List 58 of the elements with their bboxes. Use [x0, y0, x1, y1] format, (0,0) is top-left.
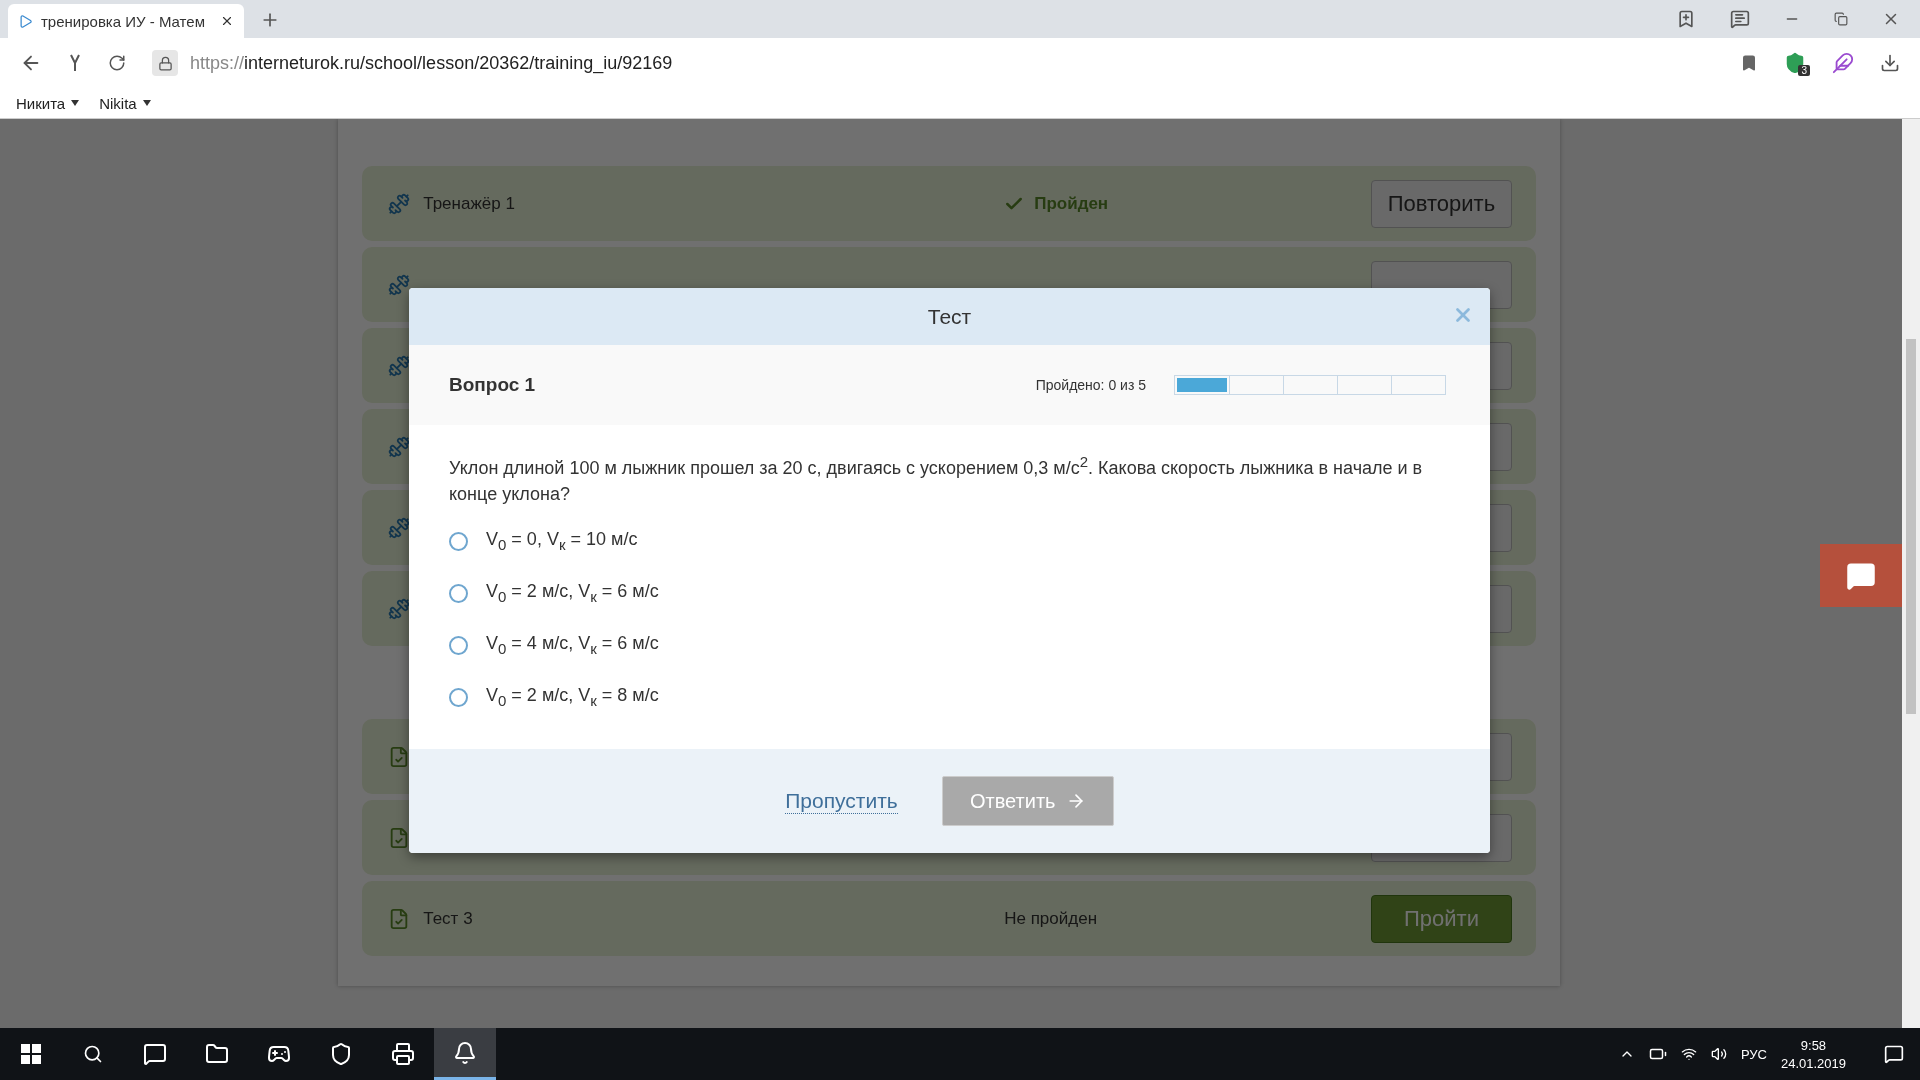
- lesson-status: Пройден: [1034, 193, 1109, 214]
- file-check-icon: [388, 907, 410, 930]
- lock-icon[interactable]: [152, 50, 178, 76]
- tab-title: тренировка ИУ - Матем: [41, 12, 206, 30]
- reload-icon[interactable]: [108, 54, 126, 72]
- dumbbell-icon: [388, 192, 410, 215]
- bookmark-folder[interactable]: Nikita: [99, 94, 137, 112]
- dumbbell-icon: [388, 435, 410, 458]
- taskbar-app[interactable]: [434, 1028, 496, 1080]
- caret-icon: [142, 100, 151, 106]
- download-icon[interactable]: [1880, 53, 1900, 73]
- printer-icon: [391, 1042, 415, 1066]
- scrollbar[interactable]: [1902, 119, 1920, 1028]
- dumbbell-icon: [388, 354, 410, 377]
- shield-icon: [329, 1042, 353, 1066]
- dumbbell-icon: [388, 516, 410, 539]
- wifi-icon[interactable]: [1680, 1046, 1697, 1062]
- answer-option[interactable]: V$_{0}$ = 4 м/с, V$_{к}$ = 6 м/с: [486, 633, 659, 657]
- dialog-title: Тест: [927, 304, 972, 329]
- browser-tab[interactable]: тренировка ИУ - Матем: [8, 4, 244, 38]
- bookmarks-icon[interactable]: [1676, 9, 1696, 29]
- bookmark-icon[interactable]: [1740, 54, 1758, 72]
- answer-option[interactable]: V$_{0}$ = 2 м/с, V$_{к}$ = 8 м/с: [486, 685, 659, 709]
- caret-icon: [71, 100, 80, 106]
- browser-logo-icon[interactable]: [68, 53, 82, 73]
- folder-icon: [205, 1042, 229, 1066]
- question-text: Уклон длиной 100 м лыжник прошел за 20 с, двигаясь с ускорением 0,3 м/с$^{2}$. Какова скорость лыжника в начале и в конце уклона?: [449, 452, 1424, 506]
- answer-option[interactable]: V$_{0}$ = 0, V$_{к}$ = 10 м/с: [486, 529, 638, 553]
- chat-app-icon: [143, 1042, 167, 1066]
- address-field[interactable]: https://interneturok.ru/school/lesson/20362/training_iu/92169: [190, 52, 673, 74]
- bookmark-folder[interactable]: Никита: [16, 94, 66, 112]
- feather-icon[interactable]: [1832, 52, 1854, 74]
- windows-logo-icon[interactable]: [21, 1044, 41, 1064]
- chat-button[interactable]: [1820, 544, 1902, 607]
- close-icon[interactable]: [220, 14, 234, 28]
- answer-option[interactable]: V$_{0}$ = 2 м/с, V$_{к}$ = 6 м/с: [486, 581, 659, 605]
- file-check-icon: [388, 745, 410, 768]
- play-icon: [18, 13, 33, 29]
- clock-time[interactable]: 9:58: [1800, 1037, 1827, 1053]
- lesson-status: Не пройден: [1004, 908, 1097, 929]
- lesson-title: Тренажёр 1: [423, 193, 515, 213]
- skip-link[interactable]: Пропустить: [785, 788, 898, 814]
- question-number: Вопрос 1: [449, 374, 537, 396]
- radio-button[interactable]: [449, 583, 468, 603]
- progress-label: Пройдено: 0 из 5: [1035, 377, 1146, 393]
- radio-button[interactable]: [449, 635, 468, 655]
- lesson-title: Тест 3: [423, 908, 473, 928]
- radio-button[interactable]: [449, 531, 468, 551]
- dumbbell-icon: [388, 597, 410, 620]
- file-check-icon: [388, 826, 410, 849]
- clock-date[interactable]: 24.01.2019: [1780, 1055, 1846, 1071]
- restore-icon[interactable]: [1834, 12, 1848, 26]
- search-icon[interactable]: [83, 1044, 103, 1064]
- language-indicator[interactable]: РУС: [1740, 1046, 1767, 1062]
- volume-icon[interactable]: [1710, 1046, 1727, 1062]
- dumbbell-icon: [388, 273, 410, 296]
- notifications-icon[interactable]: [1884, 1044, 1904, 1064]
- radio-button[interactable]: [449, 687, 468, 707]
